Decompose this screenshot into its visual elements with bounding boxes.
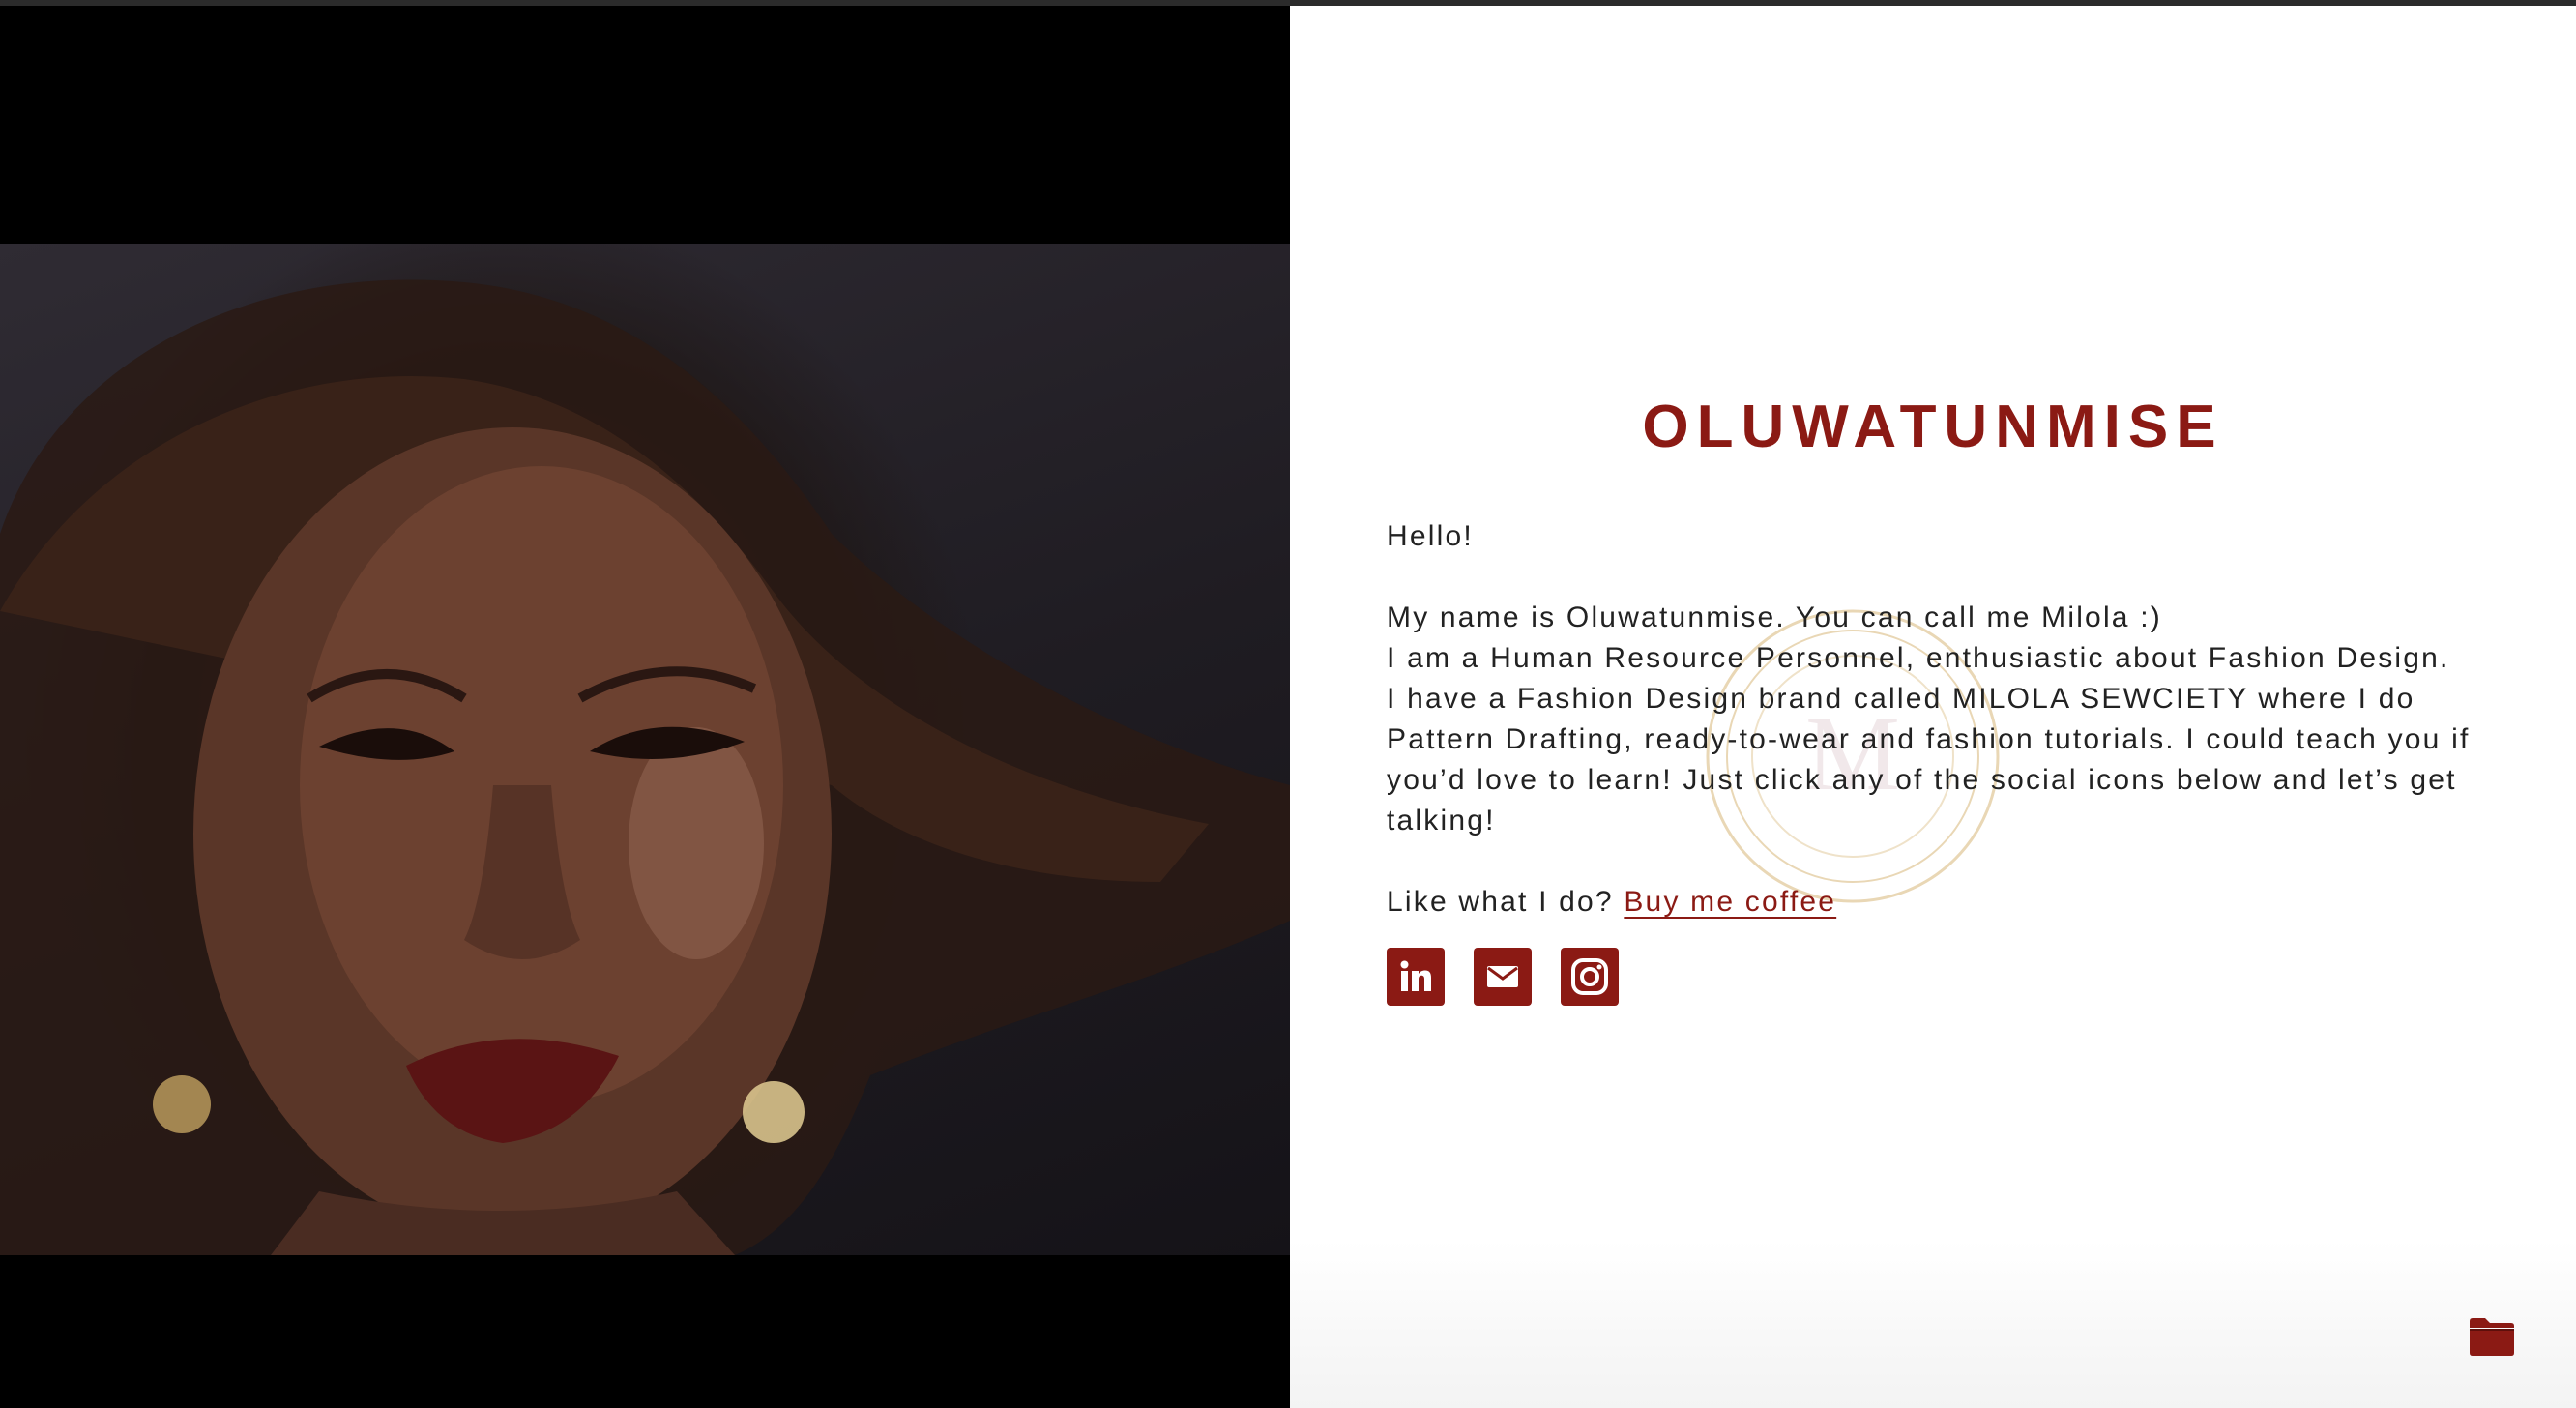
instagram-icon <box>1571 958 1608 995</box>
portrait-photo <box>0 244 1290 1255</box>
email-button[interactable] <box>1474 948 1532 1006</box>
support-prefix: Like what I do? <box>1387 886 1614 918</box>
linkedin-icon <box>1400 960 1431 991</box>
intro-text-2: I am a Human Resource Personnel, enthusi… <box>1387 642 2450 674</box>
portrait-illustration <box>0 279 1290 1255</box>
greeting-text: Hello! <box>1387 520 1474 552</box>
page-title: OLUWATUNMISE <box>1642 394 2224 460</box>
buy-me-coffee-link[interactable]: Buy me coffee <box>1624 886 1836 918</box>
profile-content: M OLUWATUNMISE Hello! My name is Oluwatu… <box>1290 6 2576 1408</box>
folder-icon[interactable] <box>2468 1315 2516 1358</box>
email-icon <box>1487 966 1518 987</box>
support-line: Like what I do? Buy me coffee <box>1387 882 2489 923</box>
instagram-button[interactable] <box>1561 948 1619 1006</box>
intro-text-1: My name is Oluwatunmise. You can call me… <box>1387 601 2162 633</box>
intro-text-3: I have a Fashion Design brand called MIL… <box>1387 683 2471 836</box>
social-links <box>1387 948 1619 1006</box>
photo-panel <box>0 6 1290 1408</box>
linkedin-button[interactable] <box>1387 948 1445 1006</box>
bio: Hello! My name is Oluwatunmise. You can … <box>1387 516 2489 923</box>
